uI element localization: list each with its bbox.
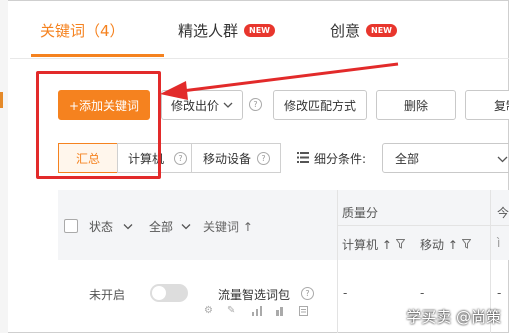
watermark: 学买卖 @尚策 — [406, 308, 501, 326]
annotation-arrow-icon — [160, 62, 399, 100]
